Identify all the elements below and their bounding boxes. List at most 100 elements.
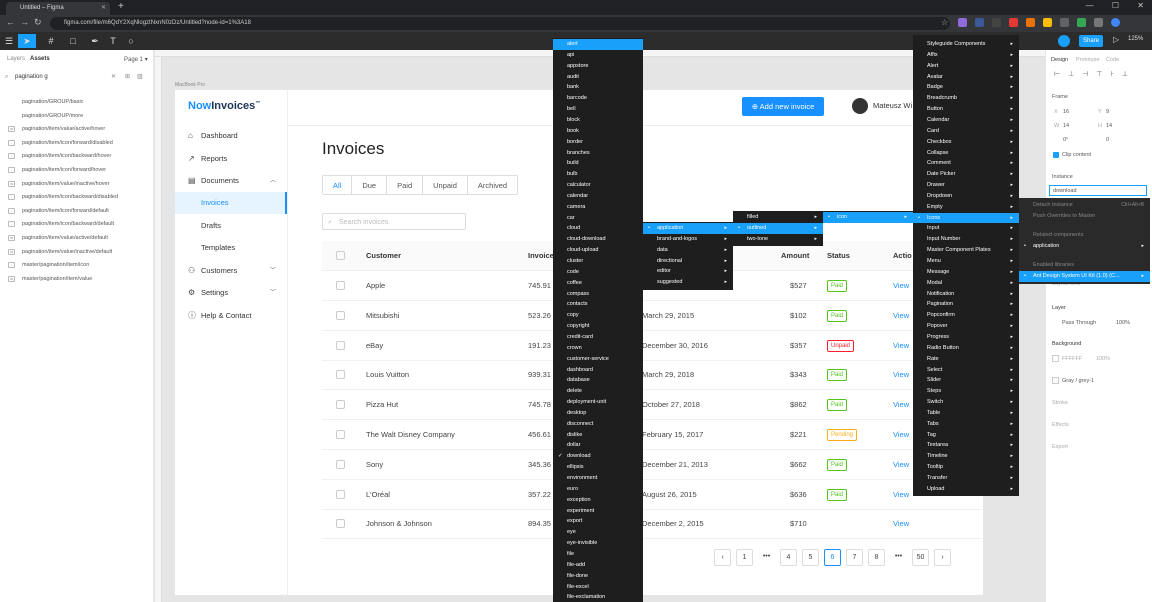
- page-button[interactable]: 8: [868, 549, 885, 566]
- menu-item[interactable]: Menu ▸: [913, 256, 1019, 267]
- menu-item[interactable]: file-excel: [553, 582, 643, 593]
- menu-item[interactable]: Alert ▸: [913, 61, 1019, 72]
- menu-item[interactable]: contacts: [553, 299, 643, 310]
- tab-prototype[interactable]: Prototype: [1076, 57, 1100, 63]
- menu-item[interactable]: branches: [553, 148, 643, 159]
- fill-style[interactable]: Gray / grey-1: [1062, 378, 1094, 384]
- reload-icon[interactable]: ↻: [34, 17, 42, 28]
- asset-item[interactable]: › master/pagination/item/icon: [8, 260, 152, 270]
- frame-label[interactable]: MacBook Pro: [175, 82, 205, 88]
- view-link[interactable]: View: [893, 390, 909, 420]
- forward-icon[interactable]: →: [20, 17, 29, 27]
- fill-swatch[interactable]: [1052, 377, 1059, 384]
- row-checkbox[interactable]: [336, 370, 345, 380]
- view-link[interactable]: View: [893, 331, 909, 361]
- extension-icon[interactable]: [1026, 18, 1035, 27]
- new-tab-button[interactable]: +: [118, 1, 124, 12]
- menu-item[interactable]: ellipsis: [553, 462, 643, 473]
- menu-item[interactable]: deployment-unit: [553, 397, 643, 408]
- asset-item[interactable]: ‹ pagination/item/icon/backward/disabled: [8, 192, 152, 202]
- menu-item[interactable]: Timeline ▸: [913, 451, 1019, 462]
- menu-item[interactable]: • Icons ▸: [913, 212, 1019, 224]
- menu-item[interactable]: Notification ▸: [913, 289, 1019, 300]
- page-button[interactable]: 7: [846, 549, 863, 566]
- nav-templates[interactable]: Templates: [175, 237, 287, 259]
- grid-view-icon[interactable]: ⊞: [125, 71, 130, 83]
- menu-item[interactable]: Select ▸: [913, 365, 1019, 376]
- view-link[interactable]: View: [893, 509, 909, 539]
- menu-item[interactable]: Table ▸: [913, 408, 1019, 419]
- menu-item[interactable]: Popover ▸: [913, 321, 1019, 332]
- asset-item[interactable]: 99 pagination/item/value/active/hover: [8, 124, 152, 134]
- menu-item[interactable]: calendar: [553, 191, 643, 202]
- menu-item[interactable]: Steps ▸: [913, 386, 1019, 397]
- table-row[interactable]: The Walt Disney Company 456.61 February 15…: [322, 420, 982, 450]
- text-tool-icon[interactable]: T: [104, 34, 122, 48]
- instance-selector[interactable]: download: [1049, 185, 1147, 196]
- menu-item-icon[interactable]: • icon ▸: [823, 212, 913, 223]
- row-checkbox[interactable]: [336, 430, 345, 439]
- row-checkbox[interactable]: [336, 400, 345, 410]
- menu-item[interactable]: cloud-upload: [553, 245, 643, 256]
- asset-item[interactable]: › pagination/item/icon/forward/disabled: [8, 138, 152, 148]
- clear-icon[interactable]: ✕: [111, 71, 116, 83]
- row-checkbox[interactable]: [336, 489, 345, 499]
- menu-item[interactable]: Card ▸: [913, 126, 1019, 137]
- view-link[interactable]: View: [893, 360, 909, 390]
- tab-paid[interactable]: Paid: [387, 176, 424, 194]
- extension-icon[interactable]: [1060, 18, 1069, 27]
- menu-item[interactable]: Pagination ▸: [913, 299, 1019, 310]
- menu-item[interactable]: customer-service: [553, 354, 643, 365]
- asset-item[interactable]: 99 pagination/item/value/active/default: [8, 233, 152, 243]
- menu-item-detach-instance[interactable]: Detach Instance Ctrl+Alt+B: [1019, 200, 1150, 211]
- back-icon[interactable]: ←: [6, 17, 15, 27]
- menu-item[interactable]: euro: [553, 484, 643, 495]
- next-page-button[interactable]: ›: [934, 549, 951, 566]
- extension-icon[interactable]: [1094, 18, 1103, 27]
- menu-item[interactable]: Input Number ▸: [913, 234, 1019, 245]
- menu-item[interactable]: cluster: [553, 256, 643, 267]
- menu-item[interactable]: bank: [553, 82, 643, 93]
- table-row[interactable]: eBay 191.23 December 30, 2016 $357 Unpaid Vie…: [322, 331, 982, 361]
- menu-item[interactable]: Collapse ▸: [913, 148, 1019, 159]
- nav-customers[interactable]: ⚇ Customers ﹀: [175, 260, 287, 282]
- view-link[interactable]: View: [893, 271, 909, 301]
- bookmark-star-icon[interactable]: ☆: [941, 18, 948, 27]
- menu-icon[interactable]: ☰: [0, 34, 18, 48]
- nav-dashboard[interactable]: ⌂ Dashboard: [175, 125, 287, 147]
- x-value[interactable]: 16: [1063, 109, 1069, 115]
- nav-help[interactable]: ⓘ Help & Contact: [175, 305, 287, 327]
- bg-hex[interactable]: FFFFFF: [1062, 356, 1082, 362]
- comment-tool-icon[interactable]: ○: [122, 34, 140, 48]
- menu-item[interactable]: brand-and-logos ▸: [643, 234, 733, 245]
- menu-item[interactable]: disconnect: [553, 419, 643, 430]
- page-button[interactable]: 6: [824, 549, 841, 566]
- menu-item[interactable]: Dropdown ▸: [913, 191, 1019, 202]
- asset-item[interactable]: pagination/GROUP/basic: [8, 97, 152, 107]
- menu-item-related-application[interactable]: • application ▸: [1019, 241, 1150, 252]
- asset-item[interactable]: ‹ pagination/item/icon/backward/default: [8, 219, 152, 229]
- menu-item[interactable]: two-tone ▸: [733, 234, 823, 245]
- menu-item[interactable]: environment: [553, 473, 643, 484]
- menu-item[interactable]: cloud: [553, 223, 643, 234]
- menu-item[interactable]: Breadcrumb ▸: [913, 93, 1019, 104]
- menu-item[interactable]: eye: [553, 527, 643, 538]
- menu-item[interactable]: credit-card: [553, 332, 643, 343]
- menu-item[interactable]: file-done: [553, 571, 643, 582]
- avatar[interactable]: [852, 98, 868, 114]
- tab-unpaid[interactable]: Unpaid: [423, 176, 468, 194]
- menu-item[interactable]: Button ▸: [913, 104, 1019, 115]
- menu-item[interactable]: Checkbox ▸: [913, 137, 1019, 148]
- menu-item[interactable]: Upload ▸: [913, 484, 1019, 495]
- menu-item[interactable]: data ▸: [643, 245, 733, 256]
- select-all-checkbox[interactable]: [336, 251, 345, 260]
- tab-assets[interactable]: Assets: [30, 56, 50, 62]
- menu-item[interactable]: ✓ download: [553, 451, 643, 462]
- menu-item[interactable]: bulb: [553, 169, 643, 180]
- menu-item[interactable]: file-add: [553, 560, 643, 571]
- menu-item[interactable]: suggested ▸: [643, 277, 733, 288]
- tab-design[interactable]: Design: [1051, 57, 1068, 63]
- menu-item[interactable]: dashboard: [553, 365, 643, 376]
- menu-item[interactable]: appstore: [553, 61, 643, 72]
- menu-item[interactable]: experiment: [553, 506, 643, 517]
